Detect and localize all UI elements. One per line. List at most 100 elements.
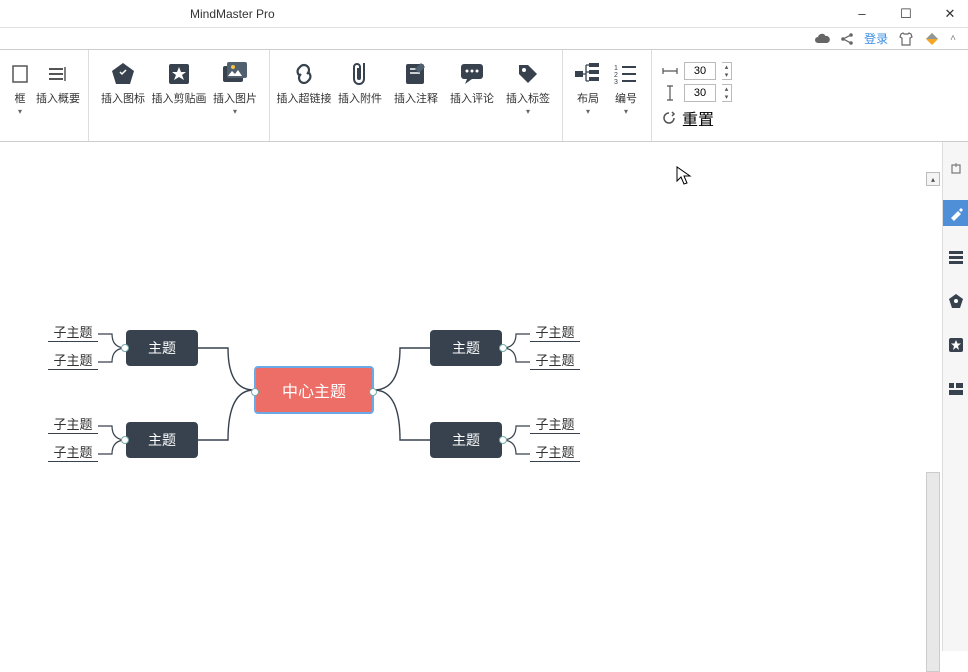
svg-text:3: 3 xyxy=(614,79,618,85)
summary-icon xyxy=(47,58,69,90)
v-spacing-input[interactable]: 30 xyxy=(684,84,716,102)
brush-icon[interactable] xyxy=(943,200,968,226)
ribbon-group-layout: 布局 ▾ 123 编号 ▾ xyxy=(563,50,652,141)
numbering-button[interactable]: 123 编号 ▾ xyxy=(607,54,645,120)
h-spacing-input[interactable]: 30 xyxy=(684,62,716,80)
insert-clipart-button[interactable]: 插入剪贴画 xyxy=(151,54,207,110)
sub-topic[interactable]: 子主题 xyxy=(48,414,98,434)
main-topic-right-1[interactable]: 主题 xyxy=(430,330,502,366)
caret-icon: ▾ xyxy=(18,107,22,116)
handle[interactable] xyxy=(499,436,507,444)
summary-button[interactable]: 插入概要 xyxy=(34,54,82,110)
handle[interactable] xyxy=(499,344,507,352)
badge-panel-icon[interactable] xyxy=(943,288,968,314)
h-spacing-spinner[interactable]: ▴▾ xyxy=(722,62,732,80)
ribbon-group-insert: 插入超链接 插入附件 插入注释 插入评论 插入标签 ▾ xyxy=(270,50,563,141)
svg-text:2: 2 xyxy=(614,72,618,79)
main-topic-left-2[interactable]: 主题 xyxy=(126,422,198,458)
handle[interactable] xyxy=(121,436,129,444)
connectors xyxy=(0,142,944,651)
star-panel-icon[interactable] xyxy=(943,332,968,358)
sub-topic[interactable]: 子主题 xyxy=(530,442,580,462)
sub-topic[interactable]: 子主题 xyxy=(48,350,98,370)
sub-topic[interactable]: 子主题 xyxy=(530,414,580,434)
main-topic-right-2[interactable]: 主题 xyxy=(430,422,502,458)
close-button[interactable]: ✕ xyxy=(936,0,964,28)
insert-tag-label: 插入标签 xyxy=(506,92,550,106)
canvas-area[interactable]: 中心主题 主题 主题 主题 主题 子主题 子主题 子主题 子主题 子主题 子主题 xyxy=(0,142,944,651)
insert-attachment-button[interactable]: 插入附件 xyxy=(332,54,388,110)
handle-right[interactable] xyxy=(369,388,377,396)
insert-icon-button[interactable]: 插入图标 xyxy=(95,54,151,110)
sub-topic[interactable]: 子主题 xyxy=(48,442,98,462)
tag-icon xyxy=(515,58,541,90)
v-spacing-icon xyxy=(662,85,678,101)
center-topic[interactable]: 中心主题 xyxy=(254,366,374,414)
insert-clipart-label: 插入剪贴画 xyxy=(152,92,207,106)
collapse-ribbon-icon[interactable]: ˄ xyxy=(950,33,956,44)
h-spacing-icon xyxy=(662,63,678,79)
sub-topic-label: 子主题 xyxy=(53,350,92,369)
insert-note-button[interactable]: 插入注释 xyxy=(388,54,444,110)
window-controls: – ☐ ✕ xyxy=(848,0,964,28)
scroll-thumb[interactable] xyxy=(926,472,940,672)
ribbon: 框 ▾ 插入概要 插入图标 插入剪贴画 插入图片 ▾ 插入超链接 插入附 xyxy=(0,50,968,142)
insert-comment-label: 插入评论 xyxy=(450,92,494,106)
reset-label: 重置 xyxy=(682,106,714,130)
sub-topic-label: 子主题 xyxy=(535,442,574,461)
list-icon[interactable] xyxy=(943,244,968,270)
handle[interactable] xyxy=(121,344,129,352)
secondary-bar: 登录 ˄ xyxy=(0,28,968,50)
attachment-icon xyxy=(349,58,371,90)
gallery-icon[interactable] xyxy=(943,376,968,402)
scroll-up-button[interactable]: ▴ xyxy=(926,172,940,186)
tshirt-icon[interactable] xyxy=(898,32,914,46)
sub-topic[interactable]: 子主题 xyxy=(530,350,580,370)
sub-topic-label: 子主题 xyxy=(53,414,92,433)
logo-icon xyxy=(924,31,940,47)
cloud-icon[interactable] xyxy=(814,33,830,45)
reset-button[interactable]: 重置 xyxy=(662,106,714,130)
layout-button[interactable]: 布局 ▾ xyxy=(569,54,607,120)
insert-comment-button[interactable]: 插入评论 xyxy=(444,54,500,110)
main-topic-label: 主题 xyxy=(148,338,176,358)
vertical-scrollbar[interactable]: ▴ xyxy=(926,172,940,641)
share-icon[interactable] xyxy=(840,32,854,46)
caret-icon: ▾ xyxy=(233,107,237,116)
reset-icon xyxy=(662,111,676,125)
sub-topic[interactable]: 子主题 xyxy=(48,322,98,342)
numbering-icon: 123 xyxy=(614,58,638,90)
numbering-label: 编号 xyxy=(615,92,637,106)
frame-button[interactable]: 框 ▾ xyxy=(6,54,34,120)
caret-icon: ▾ xyxy=(624,107,628,116)
ribbon-group-frame: 框 ▾ 插入概要 xyxy=(0,50,89,141)
insert-image-button[interactable]: 插入图片 ▾ xyxy=(207,54,263,120)
note-icon xyxy=(403,58,429,90)
handle-left[interactable] xyxy=(251,388,259,396)
layout-label: 布局 xyxy=(577,92,599,106)
right-panel xyxy=(942,142,968,651)
frame-label: 框 xyxy=(15,92,26,106)
insert-attachment-label: 插入附件 xyxy=(338,92,382,106)
sub-topic-label: 子主题 xyxy=(535,322,574,341)
login-link[interactable]: 登录 xyxy=(864,30,888,47)
sub-topic-label: 子主题 xyxy=(535,414,574,433)
mindmap-canvas[interactable]: 中心主题 主题 主题 主题 主题 子主题 子主题 子主题 子主题 子主题 子主题 xyxy=(0,142,944,651)
insert-tag-button[interactable]: 插入标签 ▾ xyxy=(500,54,556,120)
main-topic-label: 主题 xyxy=(452,338,480,358)
main-topic-left-1[interactable]: 主题 xyxy=(126,330,198,366)
insert-hyperlink-button[interactable]: 插入超链接 xyxy=(276,54,332,110)
ribbon-group-image: 插入图标 插入剪贴画 插入图片 ▾ xyxy=(89,50,270,141)
insert-image-label: 插入图片 xyxy=(213,92,257,106)
summary-label: 插入概要 xyxy=(36,92,80,106)
sub-topic[interactable]: 子主题 xyxy=(530,322,580,342)
maximize-button[interactable]: ☐ xyxy=(892,0,920,28)
v-spacing-spinner[interactable]: ▴▾ xyxy=(722,84,732,102)
sub-topic-label: 子主题 xyxy=(535,350,574,369)
main-topic-label: 主题 xyxy=(452,430,480,450)
badge-icon xyxy=(110,58,136,90)
pin-icon[interactable] xyxy=(943,156,968,182)
minimize-button[interactable]: – xyxy=(848,0,876,28)
center-topic-label: 中心主题 xyxy=(282,378,346,402)
insert-note-label: 插入注释 xyxy=(394,92,438,106)
